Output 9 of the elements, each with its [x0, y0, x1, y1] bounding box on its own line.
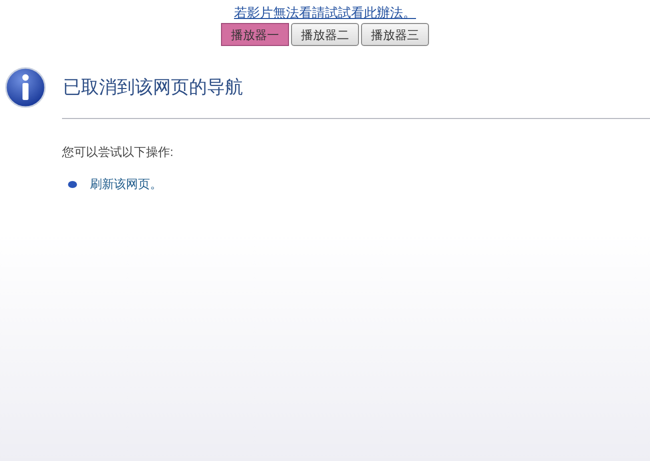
refresh-link[interactable]: 刷新该网页。: [90, 175, 162, 193]
player-tab[interactable]: 播放器三: [361, 23, 429, 46]
page-heading: 已取消到该网页的导航: [63, 76, 243, 99]
bullet-icon: [68, 180, 77, 188]
player-tab[interactable]: 播放器二: [291, 23, 359, 46]
info-icon: [5, 67, 46, 108]
suggestion-text: 您可以尝试以下操作:: [62, 144, 174, 161]
help-link[interactable]: 若影片無法看請試試看此辦法。: [234, 4, 416, 22]
player-tab[interactable]: 播放器一: [221, 23, 289, 46]
